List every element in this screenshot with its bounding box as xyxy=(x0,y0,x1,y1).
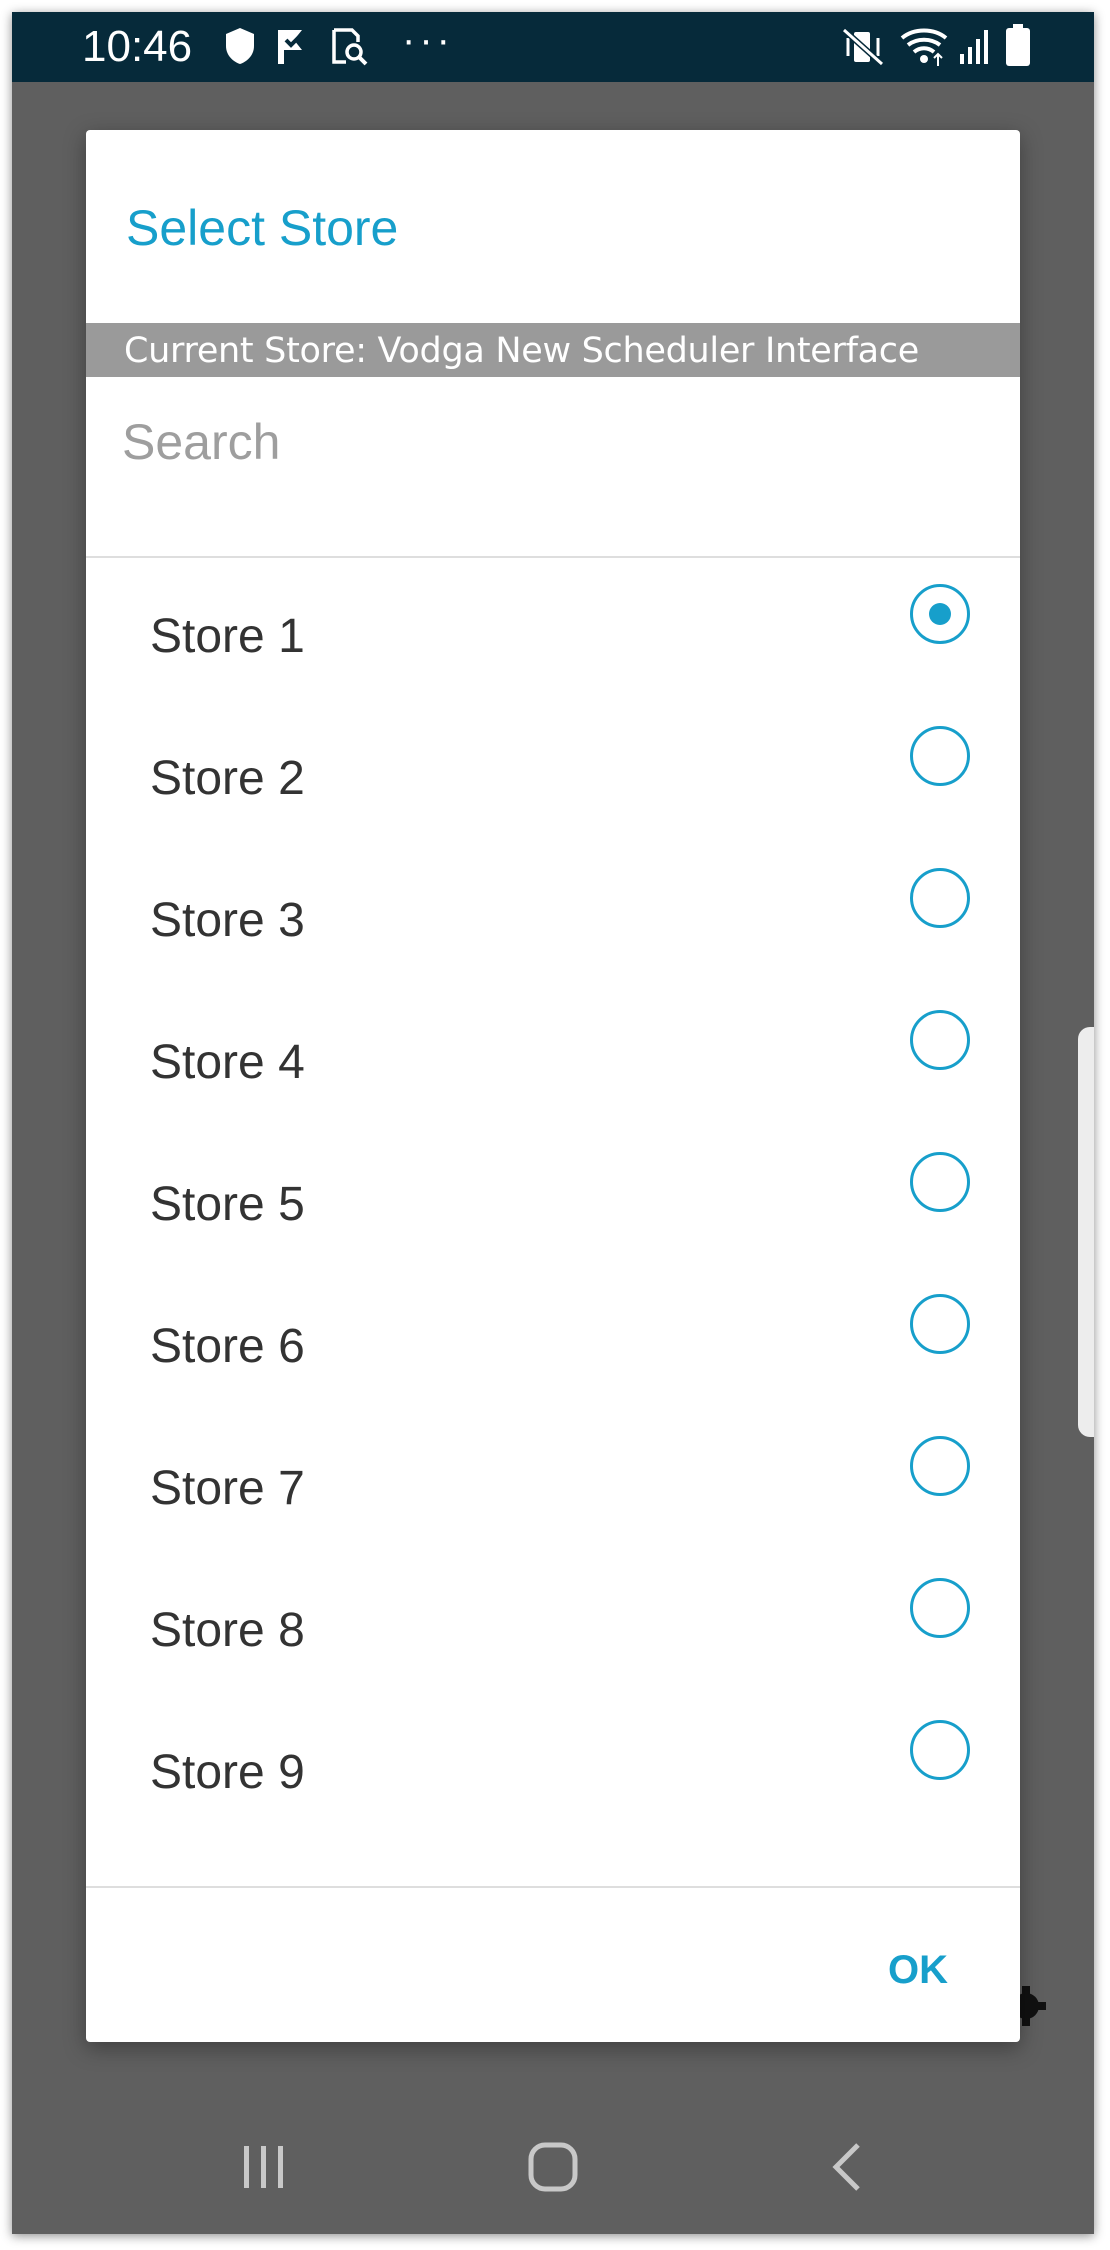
store-item-5[interactable]: Store 5 xyxy=(86,1128,1020,1270)
store-list: Store 1 Store 2 Store 3 Store 4 Store 5 … xyxy=(86,560,1020,1866)
store-label: Store 3 xyxy=(150,894,305,947)
vibrate-mute-icon xyxy=(842,28,886,66)
battery-icon xyxy=(1005,24,1031,66)
store-radio-2[interactable] xyxy=(910,726,970,786)
store-item-9[interactable]: Store 9 xyxy=(86,1696,1020,1838)
search-input[interactable] xyxy=(86,378,1020,558)
store-label: Store 6 xyxy=(150,1320,305,1373)
recent-apps-button[interactable] xyxy=(164,2100,364,2234)
home-button[interactable] xyxy=(453,2100,653,2234)
store-label: Store 5 xyxy=(150,1178,305,1231)
back-button[interactable] xyxy=(746,2100,946,2234)
store-radio-4[interactable] xyxy=(910,1010,970,1070)
store-label: Store 9 xyxy=(150,1746,305,1799)
store-item-6[interactable]: Store 6 xyxy=(86,1270,1020,1412)
dialog-divider xyxy=(86,1886,1020,1888)
navigation-bar xyxy=(12,2100,1094,2234)
status-bar: 10:46 ··· xyxy=(12,12,1094,82)
store-label: Store 4 xyxy=(150,1036,305,1089)
ok-button[interactable]: OK xyxy=(858,1930,978,2010)
dialog-title: Select Store xyxy=(126,200,399,256)
signal-icon xyxy=(958,28,992,64)
store-radio-1[interactable] xyxy=(910,584,970,644)
check-flag-icon xyxy=(274,26,310,66)
screenshot-search-icon xyxy=(330,26,370,66)
store-radio-5[interactable] xyxy=(910,1152,970,1212)
radio-selected-dot xyxy=(929,603,951,625)
store-item-7[interactable]: Store 7 xyxy=(86,1412,1020,1554)
scroll-handle[interactable] xyxy=(1078,1027,1094,1437)
store-label: Store 2 xyxy=(150,752,305,805)
store-item-1[interactable]: Store 1 xyxy=(86,560,1020,702)
store-item-4[interactable]: Store 4 xyxy=(86,986,1020,1128)
current-store-banner: Current Store: Vodga New Scheduler Inter… xyxy=(86,323,1020,377)
more-notifications-indicator: ··· xyxy=(402,18,454,62)
store-label: Store 8 xyxy=(150,1604,305,1657)
store-radio-9[interactable] xyxy=(910,1720,970,1780)
store-radio-3[interactable] xyxy=(910,868,970,928)
wifi-icon xyxy=(900,26,948,66)
screen: 10:46 ··· Select Store Current Store: Vo… xyxy=(12,12,1094,2234)
shield-icon xyxy=(224,26,256,66)
store-radio-7[interactable] xyxy=(910,1436,970,1496)
store-radio-8[interactable] xyxy=(910,1578,970,1638)
select-store-dialog: Select Store Current Store: Vodga New Sc… xyxy=(86,130,1020,2042)
store-item-2[interactable]: Store 2 xyxy=(86,702,1020,844)
store-item-3[interactable]: Store 3 xyxy=(86,844,1020,986)
store-item-8[interactable]: Store 8 xyxy=(86,1554,1020,1696)
store-radio-6[interactable] xyxy=(910,1294,970,1354)
store-label: Store 1 xyxy=(150,610,305,663)
status-time: 10:46 xyxy=(82,22,193,71)
store-label: Store 7 xyxy=(150,1462,305,1515)
